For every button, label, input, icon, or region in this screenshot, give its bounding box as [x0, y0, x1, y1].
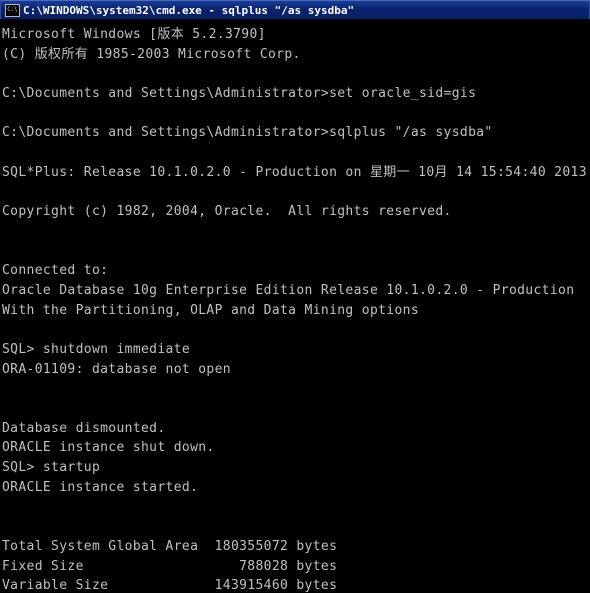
- console-line: (C) 版权所有 1985-2003 Microsoft Corp.: [2, 46, 301, 62]
- console-line: ORA-01109: database not open: [2, 361, 231, 377]
- console-line: C:\Documents and Settings\Administrator>…: [2, 86, 477, 102]
- console-line: Database dismounted.: [2, 420, 166, 436]
- console-line: SQL> startup: [2, 460, 101, 476]
- console-line: Fixed Size 788028 bytes: [2, 558, 338, 574]
- window-titlebar[interactable]: C:\ C:\WINDOWS\system32\cmd.exe - sqlplu…: [0, 0, 590, 19]
- console-line: Connected to:: [2, 263, 109, 279]
- console-line: ORACLE instance started.: [2, 479, 199, 495]
- cmd-console-icon-glyph: C:\: [7, 6, 18, 13]
- console-line: With the Partitioning, OLAP and Data Min…: [2, 302, 420, 318]
- console-line: Total System Global Area 180355072 bytes: [2, 538, 338, 554]
- console-output[interactable]: Microsoft Windows [版本 5.2.3790] (C) 版权所有 …: [0, 19, 590, 593]
- console-line: SQL*Plus: Release 10.1.0.2.0 - Productio…: [2, 164, 587, 180]
- window-title: C:\WINDOWS\system32\cmd.exe - sqlplus "/…: [23, 3, 355, 17]
- cmd-console-icon[interactable]: C:\: [5, 3, 20, 17]
- console-line: ORACLE instance shut down.: [2, 440, 215, 456]
- console-line: SQL> shutdown immediate: [2, 342, 191, 357]
- console-line: Oracle Database 10g Enterprise Edition R…: [2, 282, 575, 298]
- cmd-console-window: C:\ C:\WINDOWS\system32\cmd.exe - sqlplu…: [0, 0, 590, 593]
- console-line: Microsoft Windows [版本 5.2.3790]: [2, 27, 266, 42]
- console-line: Variable Size 143915460 bytes: [2, 578, 338, 593]
- console-line: C:\Documents and Settings\Administrator>…: [2, 125, 493, 141]
- console-line: Copyright (c) 1982, 2004, Oracle. All ri…: [2, 204, 452, 220]
